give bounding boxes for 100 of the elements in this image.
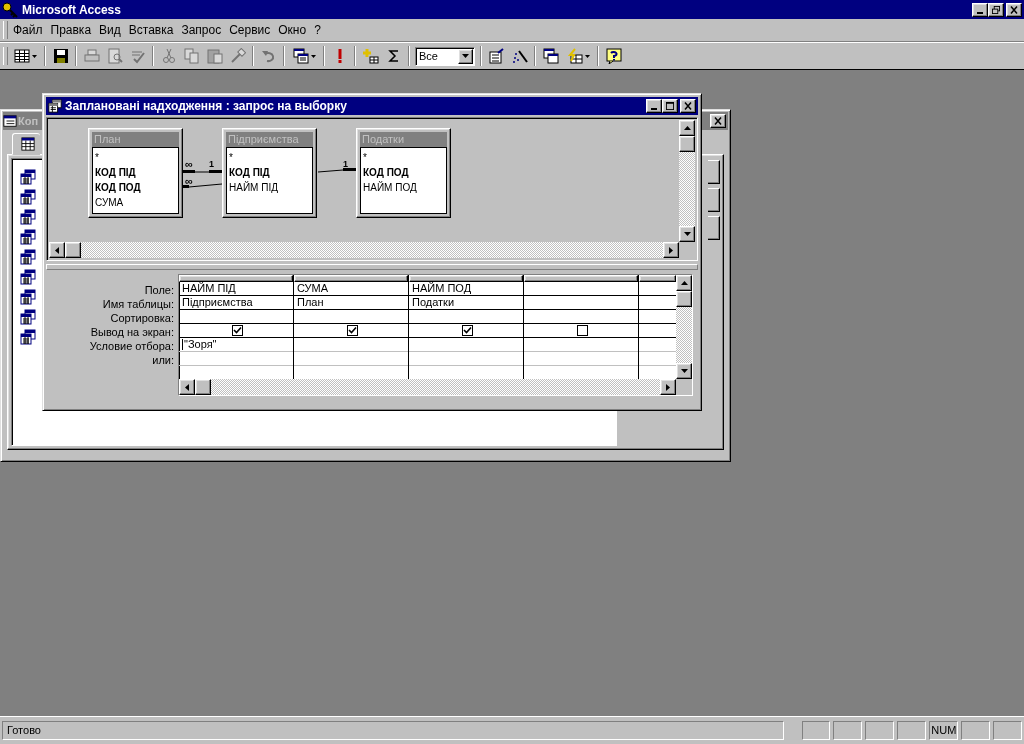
maximize-icon (666, 102, 674, 110)
menu-item[interactable]: Вставка (124, 23, 178, 37)
query-icon[interactable] (20, 169, 36, 185)
grid-cell[interactable]: План (294, 296, 408, 310)
field-name[interactable]: КОД ПОД (95, 180, 176, 195)
scroll-up-button[interactable] (676, 275, 692, 291)
menu-item[interactable]: Запрос (177, 23, 226, 37)
minimize-icon (977, 11, 983, 14)
scroll-left-button[interactable] (49, 242, 65, 258)
menu-item[interactable]: Сервис (225, 23, 275, 37)
menu-item[interactable]: ? (310, 23, 325, 37)
open-button[interactable] (708, 160, 720, 184)
checkbox[interactable] (232, 325, 243, 336)
menu-item[interactable]: Файл (9, 23, 47, 37)
menu-item[interactable]: Правка (46, 23, 96, 37)
minimize-button[interactable] (972, 2, 988, 17)
field-list[interactable]: Підприємства * КОД ПІД НАЙМ ПІД (222, 128, 317, 218)
scroll-right-button[interactable] (660, 379, 676, 395)
field-list[interactable]: План * КОД ПІД КОД ПОД СУМА (88, 128, 183, 218)
checkbox[interactable] (462, 325, 473, 336)
windows-icon (542, 48, 559, 64)
left-arrow-icon (185, 383, 189, 391)
status-panel (993, 721, 1022, 740)
field-list[interactable]: Податки * КОД ПОД НАЙМ ПОД (356, 128, 451, 218)
caret-icon (310, 54, 316, 58)
grid-cell[interactable]: Підприємства (179, 296, 293, 310)
menu-item[interactable]: Окно (274, 23, 311, 37)
scroll-thumb[interactable] (679, 136, 695, 152)
scroll-thumb[interactable] (195, 379, 211, 395)
menu-item[interactable]: Вид (95, 23, 125, 37)
close-button[interactable] (1006, 2, 1022, 17)
new-button[interactable] (708, 216, 720, 240)
grid-cell[interactable]: НАЙМ ПІД (179, 282, 293, 296)
status-panel (833, 721, 863, 740)
check-mark-icon (129, 48, 146, 64)
horizontal-scrollbar[interactable] (179, 379, 676, 395)
scroll-down-button[interactable] (676, 363, 692, 379)
status-panel (865, 721, 895, 740)
field-name[interactable]: КОД ПІД (95, 165, 176, 180)
scroll-thumb[interactable] (676, 291, 692, 307)
column-selector[interactable] (409, 275, 523, 282)
app-title: Microsoft Access (22, 2, 121, 17)
up-arrow-icon (683, 126, 691, 130)
grid-cell[interactable]: СУМА (294, 282, 408, 296)
column-selector[interactable] (639, 275, 676, 282)
query-icon[interactable] (20, 189, 36, 205)
design-button[interactable] (708, 188, 720, 212)
checkbox[interactable] (577, 325, 588, 336)
field-list-title: Податки (360, 132, 447, 147)
grid-cell[interactable]: НАЙМ ПОД (409, 282, 523, 296)
minimize-button[interactable] (646, 99, 662, 113)
scroll-right-button[interactable] (663, 242, 679, 258)
grid-cell[interactable]: Податки (409, 296, 523, 310)
query-icon[interactable] (20, 229, 36, 245)
query-icon[interactable] (20, 209, 36, 225)
scroll-up-button[interactable] (679, 120, 695, 136)
column-selector[interactable] (179, 275, 293, 282)
row-label: Условие отбора: (89, 339, 174, 353)
field-name[interactable]: НАЙМ ПІД (229, 180, 310, 195)
field-name[interactable]: * (95, 150, 176, 165)
grid-cell[interactable] (524, 324, 638, 338)
pane-splitter[interactable] (46, 264, 698, 270)
grid-cell[interactable] (294, 324, 408, 338)
undo-arrow-icon (260, 48, 277, 64)
table-icon (21, 137, 35, 151)
scroll-down-button[interactable] (679, 226, 695, 242)
column-selector[interactable] (294, 275, 408, 282)
scroll-thumb[interactable] (65, 242, 81, 258)
vertical-scrollbar[interactable] (676, 275, 692, 379)
field-name[interactable]: НАЙМ ПОД (363, 180, 444, 195)
column-selector[interactable] (524, 275, 638, 282)
field-name[interactable]: КОД ПОД (363, 165, 444, 180)
field-name[interactable]: * (229, 150, 310, 165)
join-line[interactable] (181, 170, 224, 173)
close-button[interactable] (680, 99, 696, 113)
field-name[interactable]: КОД ПІД (229, 165, 310, 180)
restore-button[interactable] (988, 2, 1004, 17)
dropdown-arrow-button[interactable] (458, 48, 473, 64)
query-icon[interactable] (20, 289, 36, 305)
horizontal-scrollbar[interactable] (49, 242, 679, 258)
field-name[interactable]: * (363, 150, 444, 165)
query-icon[interactable] (20, 329, 36, 345)
grid-cell[interactable] (409, 324, 523, 338)
query-icon[interactable] (20, 249, 36, 265)
vertical-scrollbar[interactable] (679, 120, 695, 242)
plus-table-icon (362, 48, 379, 64)
query-icon[interactable] (20, 269, 36, 285)
checkbox[interactable] (347, 325, 358, 336)
lightning-table-icon (566, 48, 583, 64)
query-icon[interactable] (20, 309, 36, 325)
many-label: ∞ (185, 158, 193, 170)
maximize-button[interactable] (662, 99, 678, 113)
top-values-dropdown[interactable]: Все (415, 46, 475, 66)
tables-tab[interactable] (12, 133, 40, 155)
scroll-left-button[interactable] (179, 379, 195, 395)
restore-icon (992, 5, 1000, 14)
grid-cell[interactable] (179, 324, 293, 338)
field-name[interactable]: СУМА (95, 195, 176, 210)
many-label: ∞ (185, 175, 193, 187)
grid-cell[interactable]: "Зоря" (179, 338, 293, 352)
